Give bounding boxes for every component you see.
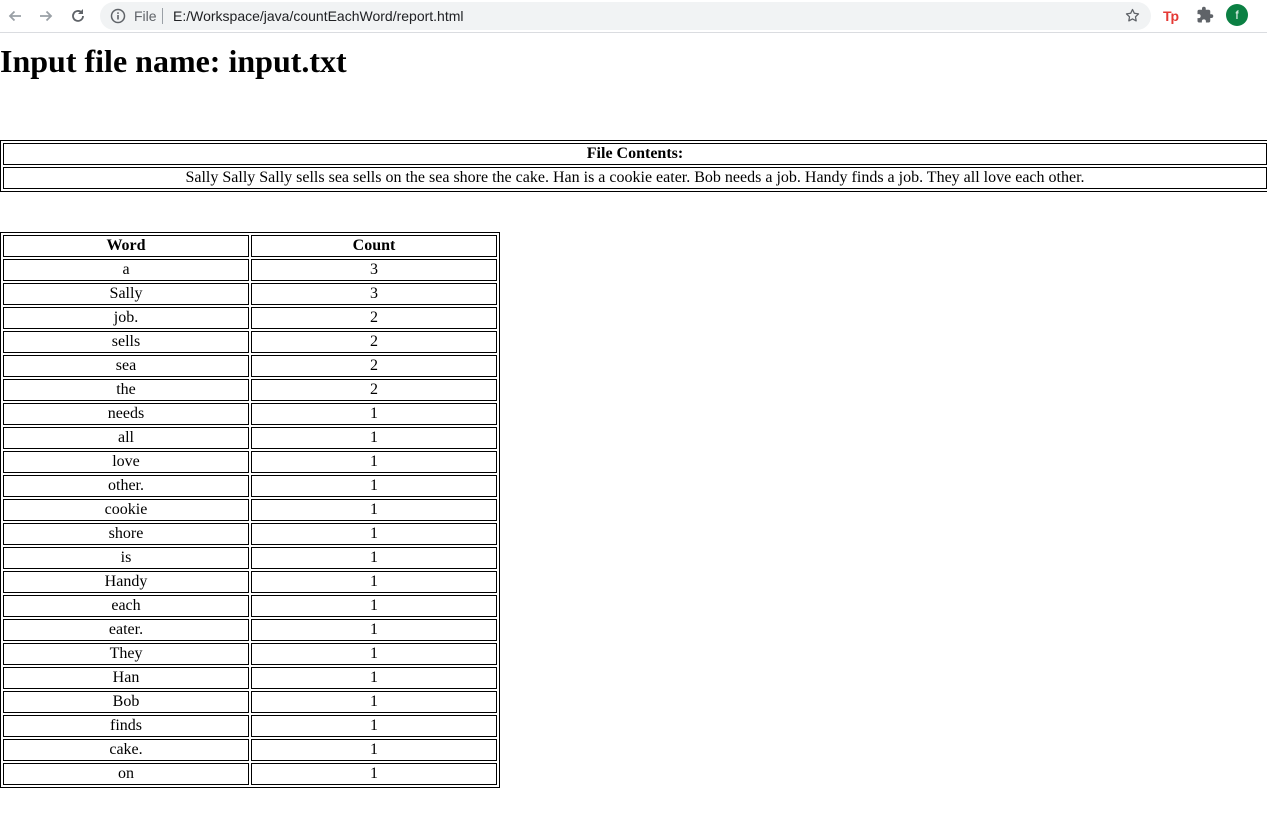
word-cell: shore: [3, 523, 249, 545]
reload-icon[interactable]: [66, 4, 90, 28]
scheme-divider: [162, 8, 163, 24]
table-row: shore 1: [3, 523, 497, 545]
word-cell: Sally: [3, 283, 249, 305]
table-row: eater. 1: [3, 619, 497, 641]
count-cell: 1: [251, 403, 497, 425]
table-row: each 1: [3, 595, 497, 617]
word-count-rows: a 3 Sally 3 job. 2 sells 2 sea 2 the 2 needs 1 all 1 lov…: [3, 259, 497, 785]
count-cell: 1: [251, 451, 497, 473]
count-cell: 1: [251, 619, 497, 641]
count-cell: 1: [251, 667, 497, 689]
file-contents-table: File Contents: Sally Sally Sally sells s…: [0, 140, 1267, 192]
table-row: a3: [3, 259, 497, 281]
table-row: cake. 1: [3, 739, 497, 761]
count-cell: 2: [251, 331, 497, 353]
info-icon[interactable]: [110, 8, 126, 29]
word-cell: love: [3, 451, 249, 473]
count-cell: 3: [251, 259, 497, 281]
url-text[interactable]: E:/Workspace/java/countEachWord/report.h…: [173, 8, 464, 24]
word-cell: needs: [3, 403, 249, 425]
profile-avatar[interactable]: f: [1226, 4, 1248, 26]
word-cell: on: [3, 763, 249, 785]
count-cell: 2: [251, 355, 497, 377]
count-cell: 3: [251, 283, 497, 305]
puzzle-icon[interactable]: [1196, 6, 1214, 29]
word-cell: sea: [3, 355, 249, 377]
word-column-header: Word: [3, 235, 249, 257]
table-row: on 1: [3, 763, 497, 785]
word-count-table: Word Count a 3 Sally 3 job. 2 sells 2 sea 2 the 2 ne…: [0, 232, 500, 788]
word-cell: the: [3, 379, 249, 401]
word-cell: is: [3, 547, 249, 569]
count-cell: 1: [251, 739, 497, 761]
page-title: Input file name: input.txt: [0, 43, 347, 79]
count-cell: 1: [251, 427, 497, 449]
word-cell: They: [3, 643, 249, 665]
table-row: cookie 1: [3, 499, 497, 521]
word-cell: Handy: [3, 571, 249, 593]
word-cell: Bob: [3, 691, 249, 713]
count-column-header: Count: [251, 235, 497, 257]
address-bar[interactable]: File E:/Workspace/java/countEachWord/rep…: [100, 2, 1151, 30]
table-row: They 1: [3, 643, 497, 665]
table-row: Handy 1: [3, 571, 497, 593]
word-count-header-row: Word Count: [3, 235, 497, 257]
word-cell: all: [3, 427, 249, 449]
count-cell: 1: [251, 715, 497, 737]
browser-toolbar: File E:/Workspace/java/countEachWord/rep…: [0, 0, 1267, 33]
word-cell: sells: [3, 331, 249, 353]
word-cell: finds: [3, 715, 249, 737]
file-contents-header-row: File Contents:: [3, 143, 1267, 165]
count-cell: 1: [251, 763, 497, 785]
count-cell: 1: [251, 595, 497, 617]
count-cell: 2: [251, 307, 497, 329]
table-row: finds 1: [3, 715, 497, 737]
word-cell: Han: [3, 667, 249, 689]
table-row: Bob 1: [3, 691, 497, 713]
count-cell: 1: [251, 571, 497, 593]
word-cell: eater.: [3, 619, 249, 641]
word-cell: cake.: [3, 739, 249, 761]
count-cell: 2: [251, 379, 497, 401]
count-cell: 1: [251, 523, 497, 545]
back-arrow-icon[interactable]: [3, 4, 27, 28]
table-row: love 1: [3, 451, 497, 473]
file-contents-row: Sally Sally Sally sells sea sells on the…: [3, 167, 1267, 189]
word-cell: a: [3, 259, 249, 281]
count-cell: 1: [251, 691, 497, 713]
url-scheme: File: [134, 8, 157, 24]
table-row: Sally 3: [3, 283, 497, 305]
word-cell: cookie: [3, 499, 249, 521]
forward-arrow-icon[interactable]: [34, 4, 58, 28]
file-contents-text: Sally Sally Sally sells sea sells on the…: [3, 167, 1267, 189]
table-row: needs 1: [3, 403, 497, 425]
count-cell: 1: [251, 475, 497, 497]
count-cell: 1: [251, 499, 497, 521]
word-cell: other.: [3, 475, 249, 497]
table-row: job. 2: [3, 307, 497, 329]
extension-tp-icon[interactable]: Tp: [1163, 7, 1181, 25]
file-contents-header: File Contents:: [3, 143, 1267, 165]
table-row: is 1: [3, 547, 497, 569]
word-cell: each: [3, 595, 249, 617]
table-row: sea 2: [3, 355, 497, 377]
table-row: all 1: [3, 427, 497, 449]
star-icon[interactable]: [1124, 7, 1141, 29]
count-cell: 1: [251, 643, 497, 665]
table-row: Han 1: [3, 667, 497, 689]
table-row: other. 1: [3, 475, 497, 497]
table-row: sells 2: [3, 331, 497, 353]
count-cell: 1: [251, 547, 497, 569]
table-row: the 2: [3, 379, 497, 401]
word-cell: job.: [3, 307, 249, 329]
